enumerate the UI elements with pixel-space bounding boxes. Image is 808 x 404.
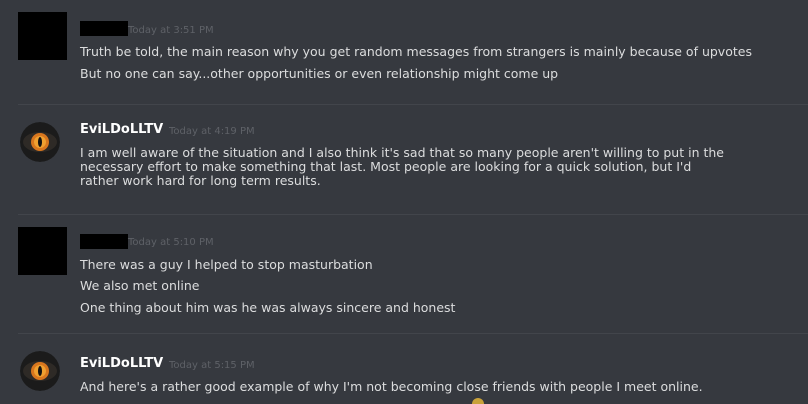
- redacted-username[interactable]: [80, 21, 128, 36]
- message-group: Today at 5:10 PM There was a guy I helpe…: [0, 215, 808, 333]
- message-timestamp: Today at 5:10 PM: [128, 237, 214, 248]
- message-author[interactable]: EviLDoLLTV: [80, 356, 163, 371]
- avatar[interactable]: [20, 122, 60, 162]
- message-group: Today at 3:51 PM Truth be told, the main…: [0, 0, 808, 105]
- avatar[interactable]: [18, 227, 67, 275]
- message-text: Truth be told, the main reason why you g…: [80, 44, 752, 59]
- embed-preview-edge: [472, 398, 484, 404]
- message-group: EviLDoLLTV Today at 5:15 PM And here's a…: [0, 334, 808, 402]
- orange-eye-icon: [20, 122, 60, 162]
- message-text: We also met online: [80, 278, 200, 293]
- message-timestamp: Today at 3:51 PM: [128, 25, 214, 36]
- message-timestamp: Today at 4:19 PM: [169, 126, 255, 137]
- message-text: One thing about him was he was always si…: [80, 300, 456, 315]
- message-text: And here's a rather good example of why …: [80, 379, 703, 394]
- redacted-username[interactable]: [80, 234, 128, 249]
- avatar[interactable]: [20, 351, 60, 391]
- message-timestamp: Today at 5:15 PM: [169, 360, 255, 371]
- avatar[interactable]: [18, 12, 67, 60]
- message-text: But no one can say...other opportunities…: [80, 66, 559, 81]
- message-text: I am well aware of the situation and I a…: [80, 145, 724, 188]
- orange-eye-icon: [20, 351, 60, 391]
- message-group: EviLDoLLTV Today at 4:19 PM I am well aw…: [0, 105, 808, 214]
- message-text: There was a guy I helped to stop masturb…: [80, 257, 373, 272]
- message-author[interactable]: EviLDoLLTV: [80, 122, 163, 137]
